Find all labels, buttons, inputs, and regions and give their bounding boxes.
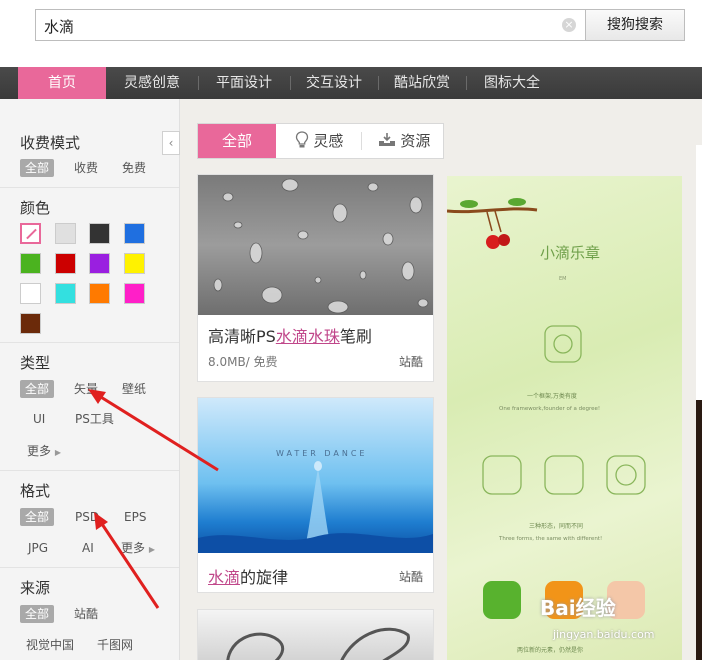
format-option-eps[interactable]: EPS bbox=[124, 508, 146, 526]
card-title[interactable]: 水滴的旋律 bbox=[208, 564, 288, 588]
source-option-58pic[interactable]: 千图网 bbox=[97, 636, 133, 654]
lightbulb-icon bbox=[295, 131, 308, 148]
format-option-ai[interactable]: AI bbox=[82, 539, 94, 557]
color-swatch-white[interactable] bbox=[20, 283, 41, 304]
color-swatch-brown[interactable] bbox=[20, 313, 41, 334]
section-divider bbox=[0, 567, 179, 568]
section-divider bbox=[0, 342, 179, 343]
card-title[interactable]: 高清晰PS水滴水珠笔刷 bbox=[208, 323, 372, 347]
result-card[interactable]: WATER DANCE 水滴的旋律 站酷 bbox=[197, 397, 434, 593]
ui-brand-title: 小滴乐章 bbox=[540, 244, 600, 262]
close-circle-icon[interactable]: × bbox=[562, 18, 576, 32]
format-option-jpg[interactable]: JPG bbox=[28, 539, 48, 557]
triangle-right-icon: ▶ bbox=[148, 545, 155, 554]
type-option-ui[interactable]: UI bbox=[33, 410, 45, 428]
thumbnail-caption: WATER DANCE bbox=[276, 449, 367, 458]
result-tabs: 全部 灵感 资源 bbox=[197, 123, 444, 159]
type-option-all[interactable]: 全部 bbox=[20, 380, 55, 398]
section-divider bbox=[0, 470, 179, 471]
ui-em-label: EM bbox=[559, 276, 566, 282]
fee-title: 收费模式 bbox=[20, 134, 81, 152]
card-thumbnail[interactable]: WATER DANCE bbox=[198, 398, 433, 553]
card-source[interactable]: 站酷 bbox=[399, 353, 423, 370]
source-title: 来源 bbox=[20, 579, 51, 597]
fee-option-free[interactable]: 免费 bbox=[122, 159, 146, 177]
color-swatch-purple[interactable] bbox=[89, 253, 110, 274]
source-option-vcg[interactable]: 视觉中国 bbox=[26, 636, 74, 654]
nav-divider bbox=[290, 76, 291, 90]
ui-line1-en: One framework,founder of a degree! bbox=[499, 406, 600, 412]
chevron-left-icon[interactable]: ‹ bbox=[162, 131, 180, 155]
format-more-link[interactable]: 更多 ▶ bbox=[121, 539, 155, 557]
nav-divider bbox=[198, 76, 199, 90]
type-option-wallpaper[interactable]: 壁纸 bbox=[122, 380, 146, 398]
type-more-link[interactable]: 更多 ▶ bbox=[27, 442, 61, 460]
nav-item-interaction-design[interactable]: 交互设计 bbox=[296, 67, 372, 99]
color-swatch-red[interactable] bbox=[55, 253, 76, 274]
color-swatch-cyan[interactable] bbox=[55, 283, 76, 304]
type-option-vector[interactable]: 矢量 bbox=[74, 380, 98, 398]
download-tray-icon bbox=[378, 133, 395, 146]
color-swatch-green[interactable] bbox=[20, 253, 41, 274]
type-option-ps-tools[interactable]: PS工具 bbox=[75, 410, 114, 428]
tab-divider bbox=[361, 132, 362, 150]
color-swatch-yellow[interactable] bbox=[124, 253, 145, 274]
nav-item-inspiration[interactable]: 灵感创意 bbox=[112, 67, 192, 99]
nav-divider bbox=[378, 76, 379, 90]
color-swatch-none[interactable] bbox=[20, 223, 41, 244]
color-swatch-orange[interactable] bbox=[89, 283, 110, 304]
color-swatch-blue[interactable] bbox=[124, 223, 145, 244]
nav-divider bbox=[466, 76, 467, 90]
ui-line2: 三种形态，同而不同 bbox=[529, 522, 583, 530]
search-button[interactable]: 搜狗搜索 bbox=[585, 9, 685, 41]
fee-option-paid[interactable]: 收费 bbox=[74, 159, 98, 177]
card-source[interactable]: 站酷 bbox=[399, 568, 423, 585]
nav-item-cool-sites[interactable]: 酷站欣赏 bbox=[384, 67, 460, 99]
watermark-url: jingyan.baidu.com bbox=[553, 628, 655, 641]
color-swatch-magenta[interactable] bbox=[124, 283, 145, 304]
ui-design-thumbnail[interactable]: 小滴乐章 EM 一个框架,万类有度 One framework,founder … bbox=[447, 176, 682, 660]
source-option-zcool[interactable]: 站酷 bbox=[74, 605, 98, 623]
search-bar: 水滴 × 搜狗搜索 bbox=[0, 0, 702, 67]
partial-card-edge bbox=[696, 400, 702, 660]
result-card[interactable] bbox=[197, 609, 434, 660]
card-thumbnail[interactable] bbox=[198, 610, 433, 660]
color-swatch-black[interactable] bbox=[89, 223, 110, 244]
main-nav: 首页 灵感创意 平面设计 交互设计 酷站欣赏 图标大全 bbox=[0, 67, 702, 99]
ui-line3: 两位新的元素，仍然是你 bbox=[517, 646, 583, 654]
tab-all[interactable]: 全部 bbox=[198, 124, 276, 158]
card-meta: 8.0MB/ 免费 bbox=[208, 355, 278, 369]
ui-line2-en: Three forms, the same with different! bbox=[498, 536, 602, 542]
nav-item-graphic-design[interactable]: 平面设计 bbox=[204, 67, 284, 99]
result-card[interactable]: 高清晰PS水滴水珠笔刷 8.0MB/ 免费 站酷 bbox=[197, 174, 434, 382]
color-title: 颜色 bbox=[20, 199, 51, 217]
watermark-logo: Bai经验 bbox=[540, 596, 616, 620]
nav-item-home[interactable]: 首页 bbox=[18, 67, 106, 99]
color-swatch-lightgray[interactable] bbox=[55, 223, 76, 244]
card-thumbnail[interactable] bbox=[198, 175, 433, 315]
ui-line1: 一个框架,万类有度 bbox=[527, 392, 577, 400]
format-option-psd[interactable]: PSD bbox=[75, 508, 99, 526]
format-title: 格式 bbox=[20, 482, 51, 500]
nav-item-icons[interactable]: 图标大全 bbox=[472, 67, 552, 99]
format-option-all[interactable]: 全部 bbox=[20, 508, 55, 526]
type-title: 类型 bbox=[20, 354, 51, 372]
tab-resources[interactable]: 资源 bbox=[364, 124, 444, 158]
triangle-right-icon: ▶ bbox=[54, 448, 61, 457]
tab-inspiration[interactable]: 灵感 bbox=[278, 124, 360, 158]
fee-option-all[interactable]: 全部 bbox=[20, 159, 55, 177]
section-divider bbox=[0, 187, 179, 188]
source-option-all[interactable]: 全部 bbox=[20, 605, 55, 623]
search-input[interactable]: 水滴 bbox=[35, 9, 586, 41]
